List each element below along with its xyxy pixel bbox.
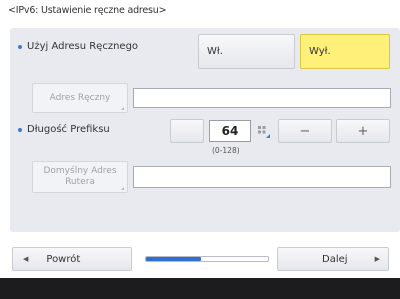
left-arrow-icon: ◀	[23, 255, 29, 263]
bullet-icon	[18, 44, 22, 49]
prefix-range-hint: (0-128)	[212, 146, 240, 155]
corner-indicator-icon	[121, 187, 124, 190]
prefix-blank-key[interactable]	[170, 119, 204, 143]
progress-bar	[145, 256, 269, 262]
back-button[interactable]: ◀ Powrót	[12, 247, 132, 271]
prefix-length-field[interactable]: 64	[209, 120, 251, 142]
right-arrow-icon: ▶	[374, 255, 380, 263]
numeric-keypad-icon[interactable]	[257, 124, 271, 138]
manual-address-input[interactable]	[133, 88, 391, 108]
settings-panel: Użyj Adresu Ręcznego Wł. Wył. Adres Ręcz…	[10, 28, 400, 232]
progress-bar-fill	[146, 257, 201, 261]
manual-address-button[interactable]: Adres Ręczny	[32, 83, 128, 113]
next-button[interactable]: Dalej ▶	[277, 247, 389, 271]
prefix-length-label: Długość Prefiksu	[18, 124, 110, 135]
prefix-increment-button[interactable]: +	[336, 119, 390, 143]
manual-address-off-button[interactable]: Wył.	[300, 34, 390, 69]
prefix-decrement-button[interactable]: −	[278, 119, 332, 143]
manual-address-label: Użyj Adresu Ręcznego	[18, 41, 138, 52]
bullet-icon	[18, 127, 22, 132]
default-router-address-input[interactable]	[133, 166, 391, 188]
manual-address-on-button[interactable]: Wł.	[198, 34, 295, 69]
corner-indicator-icon	[121, 107, 124, 110]
bottom-status-bar	[0, 278, 400, 299]
default-router-address-button[interactable]: Domyślny Adres Rutera	[32, 161, 128, 193]
page-title: <IPv6: Ustawienie ręczne adresu>	[8, 5, 167, 16]
